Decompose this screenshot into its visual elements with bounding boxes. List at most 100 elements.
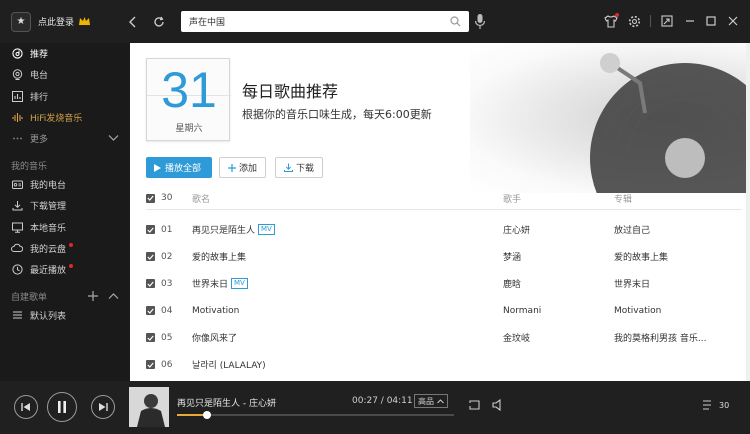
sidebar-item-label: 电台 [30, 70, 49, 81]
chevron-down-icon[interactable] [108, 134, 119, 142]
table-row[interactable]: 05 你像风来了 金玟岐 我的莫格利男孩 音乐... [146, 324, 742, 351]
playlist-icon[interactable] [702, 399, 715, 411]
table-row[interactable]: 06 날라리 (LALALAY) [146, 351, 742, 378]
track-artist[interactable]: 鹿晗 [503, 277, 521, 290]
previous-button[interactable] [14, 395, 38, 419]
column-header-album[interactable]: 专辑 [614, 192, 632, 205]
sidebar-item-label: 本地音乐 [30, 223, 67, 234]
track-name[interactable]: 你像风来了 [192, 331, 237, 344]
track-name-label: 再见只是陌生人 [192, 226, 256, 236]
sidebar-item-label: 我的云盘 [30, 244, 67, 255]
sidebar-item-recent[interactable]: 最近播放 [0, 260, 130, 278]
vinyl-turntable-image [470, 43, 750, 253]
sidebar-item-default-list[interactable]: 默认列表 [0, 306, 130, 324]
playback-time: 00:27 / 04:11 [352, 396, 413, 406]
login-link[interactable]: 点此登录 [38, 15, 74, 28]
play-icon [154, 163, 161, 172]
sidebar-item-cloud[interactable]: 我的云盘 [0, 239, 130, 257]
track-name[interactable]: 世界末日 MV [192, 277, 248, 290]
sidebar-item-hifi[interactable]: HiFi发烧音乐 [0, 108, 130, 126]
track-name-label: 世界末日 [192, 280, 229, 290]
track-album[interactable]: 世界末日 [614, 277, 650, 290]
table-row[interactable]: 01 再见只是陌生人 MV 庄心妍 放过自己 [146, 216, 742, 243]
add-playlist-icon[interactable] [88, 291, 98, 301]
mv-badge[interactable]: MV [258, 224, 275, 235]
chevron-up-icon[interactable] [108, 292, 119, 300]
settings-button[interactable] [626, 13, 642, 29]
volume-icon[interactable] [492, 399, 505, 411]
close-button[interactable] [725, 13, 741, 29]
search-input[interactable] [189, 16, 449, 27]
track-artist[interactable]: 梦涵 [503, 250, 521, 263]
maximize-button[interactable] [703, 13, 719, 29]
track-checkbox[interactable] [146, 333, 155, 342]
table-row[interactable]: 04 Motivation Normani Motivation [146, 297, 742, 324]
sidebar-item-more[interactable]: 更多 [0, 129, 130, 147]
table-header: 30 歌名 歌手 专辑 [146, 189, 742, 207]
column-header-artist[interactable]: 歌手 [503, 192, 521, 205]
playlist-heading: 自建歌单 [11, 293, 48, 303]
cloud-icon [11, 243, 23, 252]
track-name[interactable]: 날라리 (LALALAY) [192, 358, 266, 371]
download-button[interactable]: 下载 [275, 157, 324, 178]
app-logo: ★ [11, 11, 31, 32]
track-checkbox[interactable] [146, 306, 155, 315]
page-subtitle: 根据你的音乐口味生成，每天6:00更新 [242, 108, 432, 121]
back-button[interactable] [123, 12, 143, 32]
table-row[interactable]: 02 爱的故事上集 梦涵 爱的故事上集 [146, 243, 742, 270]
track-album[interactable]: 爱的故事上集 [614, 250, 668, 263]
search-box[interactable] [181, 11, 469, 32]
sidebar-item-recommend[interactable]: 推荐 [0, 44, 130, 62]
vip-crown-icon[interactable] [78, 15, 91, 28]
gear-icon [628, 15, 640, 27]
plus-icon [228, 163, 236, 172]
track-artist[interactable]: Normani [503, 306, 541, 316]
sidebar-item-radio[interactable]: 电台 [0, 65, 130, 83]
refresh-button[interactable] [149, 12, 169, 32]
track-checkbox[interactable] [146, 360, 155, 369]
add-button[interactable]: 添加 [219, 157, 267, 178]
track-checkbox[interactable] [146, 279, 155, 288]
loop-mode-icon[interactable] [468, 399, 481, 411]
sidebar-item-my-radio[interactable]: 我的电台 [0, 175, 130, 193]
track-artist[interactable]: 庄心妍 [503, 223, 530, 236]
next-button[interactable] [91, 395, 115, 419]
select-all-checkbox[interactable] [146, 193, 155, 203]
sidebar-item-downloads[interactable]: 下载管理 [0, 196, 130, 214]
play-all-button[interactable]: 播放全部 [146, 157, 212, 178]
album-cover[interactable] [129, 387, 169, 427]
track-name[interactable]: 再见只是陌生人 MV [192, 223, 275, 236]
microphone-icon[interactable] [474, 13, 486, 31]
skin-button[interactable] [603, 13, 619, 29]
pause-button[interactable] [47, 392, 77, 422]
progress-bar[interactable] [177, 411, 454, 419]
mini-mode-icon [661, 15, 673, 27]
player-bar: 再见只是陌生人 - 庄心妍 00:27 / 04:11 高品 30 [0, 381, 750, 434]
track-name[interactable]: Motivation [192, 306, 239, 316]
my-radio-icon [11, 180, 23, 189]
track-checkbox[interactable] [146, 225, 155, 234]
table-row[interactable]: 03 世界末日 MV 鹿晗 世界末日 [146, 270, 742, 297]
track-album[interactable]: 我的莫格利男孩 音乐... [614, 331, 706, 344]
notification-dot [69, 264, 74, 268]
progress-handle[interactable] [203, 411, 212, 419]
track-name[interactable]: 爱的故事上集 [192, 250, 246, 263]
track-index: 05 [161, 332, 173, 343]
mini-mode-button[interactable] [659, 13, 675, 29]
quality-selector[interactable]: 高品 [414, 394, 448, 408]
sidebar-item-label: 默认列表 [30, 311, 67, 322]
sidebar-item-label: 推荐 [30, 49, 49, 60]
sidebar-item-ranking[interactable]: 排行 [0, 87, 130, 105]
column-header-name[interactable]: 歌名 [192, 192, 210, 205]
track-album[interactable]: 放过自己 [614, 223, 650, 236]
minimize-button[interactable] [682, 13, 698, 29]
track-index: 04 [161, 305, 173, 316]
search-icon[interactable] [450, 16, 461, 27]
mv-badge[interactable]: MV [231, 278, 248, 289]
track-checkbox[interactable] [146, 252, 155, 261]
track-album[interactable]: Motivation [614, 306, 661, 316]
monitor-icon [11, 222, 23, 233]
scrollbar[interactable] [746, 43, 750, 381]
sidebar-item-local-music[interactable]: 本地音乐 [0, 218, 130, 236]
track-artist[interactable]: 金玟岐 [503, 331, 530, 344]
